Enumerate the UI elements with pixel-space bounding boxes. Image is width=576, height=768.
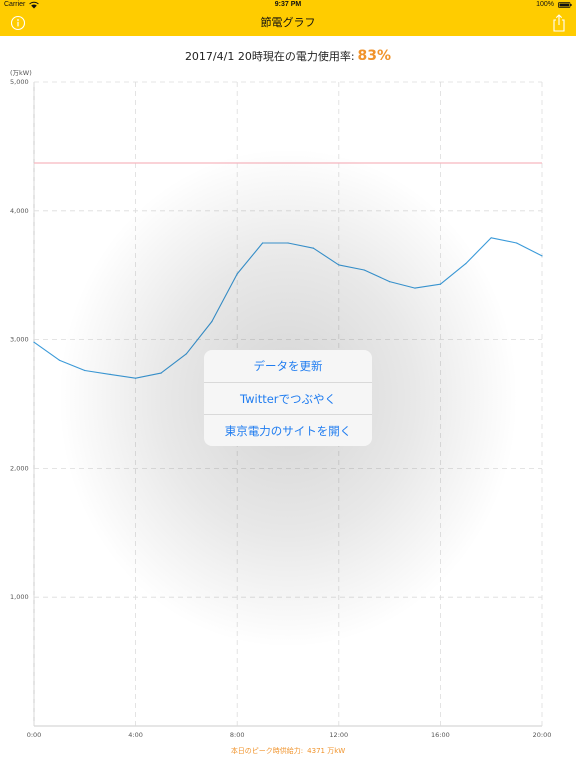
usage-headline-text: 2017/4/1 20時現在の電力使用率: bbox=[184, 50, 355, 63]
usage-data-point bbox=[312, 247, 314, 249]
usage-data-point bbox=[185, 353, 187, 355]
y-unit-label: (万kW) bbox=[10, 69, 32, 77]
usage-data-point bbox=[211, 320, 213, 323]
usage-data-point bbox=[58, 359, 61, 361]
usage-data-point bbox=[338, 264, 340, 266]
action-menu: データを更新 Twitterでつぶやく 東京電力のサイトを開く bbox=[204, 350, 372, 446]
x-tick-label: 0:00 bbox=[27, 731, 42, 739]
usage-data-point bbox=[414, 287, 416, 289]
usage-rate: 83% bbox=[357, 48, 392, 64]
usage-data-point bbox=[516, 242, 518, 244]
page-title: 節電グラフ bbox=[260, 16, 316, 29]
battery-percent: 100% bbox=[536, 1, 554, 8]
battery-icon bbox=[558, 2, 572, 8]
usage-data-point bbox=[84, 369, 86, 372]
x-tick-label: 8:00 bbox=[230, 731, 245, 739]
menu-item-refresh[interactable]: データを更新 bbox=[204, 350, 372, 382]
status-bar: Carrier 9:37 PM 100% bbox=[0, 0, 576, 10]
y-tick-label: 4,000 bbox=[10, 207, 29, 215]
usage-data-point bbox=[287, 242, 289, 244]
x-tick-label: 4:00 bbox=[128, 731, 143, 739]
usage-data-point bbox=[109, 373, 111, 375]
status-time: 9:37 PM bbox=[274, 1, 302, 8]
usage-data-point bbox=[465, 263, 467, 265]
peak-supply-value: 4371 万kW bbox=[307, 747, 346, 755]
peak-supply-label: 本日のピーク時供給力: bbox=[230, 747, 304, 755]
peak-supply-footer: 本日のピーク時供給力: 4371 万kW bbox=[0, 746, 576, 756]
usage-data-point bbox=[439, 283, 441, 285]
usage-data-point bbox=[262, 242, 264, 244]
y-tick-label: 3,000 bbox=[10, 336, 29, 344]
x-tick-label: 12:00 bbox=[329, 731, 348, 739]
y-tick-label: 5,000 bbox=[10, 78, 29, 86]
menu-item-tweet[interactable]: Twitterでつぶやく bbox=[204, 382, 372, 415]
usage-data-point bbox=[541, 255, 543, 257]
usage-data-point bbox=[363, 269, 365, 271]
usage-data-point bbox=[135, 377, 137, 379]
usage-data-point bbox=[236, 273, 238, 275]
menu-item-open-tepco[interactable]: 東京電力のサイトを開く bbox=[204, 414, 372, 446]
y-tick-label: 2,000 bbox=[10, 464, 29, 472]
share-icon[interactable] bbox=[550, 12, 568, 34]
y-tick-label: 1,000 bbox=[10, 593, 29, 601]
usage-data-point bbox=[490, 237, 492, 239]
x-tick-label: 16:00 bbox=[431, 731, 450, 739]
x-tick-label: 20:00 bbox=[533, 731, 552, 739]
usage-data-point bbox=[33, 341, 35, 343]
usage-data-point bbox=[389, 281, 391, 283]
navigation-bar: 節電グラフ bbox=[0, 10, 576, 36]
usage-data-point bbox=[160, 372, 162, 374]
